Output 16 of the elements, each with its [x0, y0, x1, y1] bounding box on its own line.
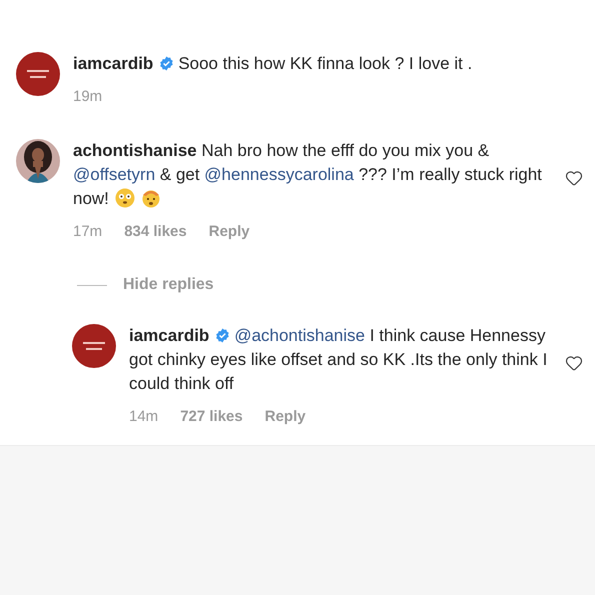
comment-time: 17m — [73, 223, 102, 240]
username-link[interactable]: achontishanise — [73, 141, 197, 160]
username-link[interactable]: iamcardib — [73, 54, 154, 73]
exploding-head-icon — [140, 188, 161, 208]
comment-time: 14m — [129, 408, 158, 425]
caption-time: 19m — [73, 88, 102, 105]
mention-link[interactable]: @achontishanise — [234, 326, 365, 345]
comment-text: iamcardib Sooo this how KK finna look ? I love it . — [73, 53, 474, 75]
like-heart-icon[interactable] — [565, 169, 583, 187]
comment-text: achontishanise Nah bro how the efff do you mix you & @offsetyrn & get @hennessycarolina ??? I’m really stuck right now! — [73, 140, 543, 210]
like-heart-icon[interactable] — [565, 354, 583, 372]
mention-link[interactable]: @offsetyrn — [73, 165, 156, 184]
username-link[interactable]: iamcardib — [129, 326, 210, 345]
comment-text: iamcardib @achontishanise I think cause Hennessy got chinky eyes like offset and so KK .Its the only think I could think off — [129, 325, 548, 395]
flushed-face-icon — [114, 188, 135, 208]
mention-link[interactable]: @hennessycarolina — [204, 165, 354, 184]
